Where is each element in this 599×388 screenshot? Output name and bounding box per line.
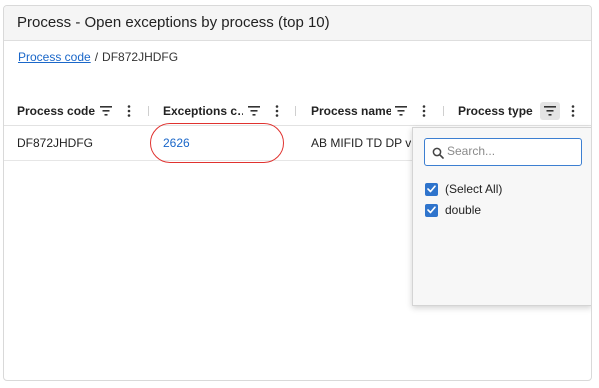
breadcrumb-process-code-link[interactable]: Process code	[18, 50, 91, 64]
kebab-menu-icon[interactable]	[269, 103, 285, 119]
column-label: Process type	[458, 104, 533, 118]
filter-icon-active[interactable]	[540, 102, 560, 120]
kebab-menu-icon[interactable]	[565, 103, 581, 119]
column-header-exceptions-count[interactable]: Exceptions c…	[163, 97, 243, 125]
exceptions-panel: Process - Open exceptions by process (to…	[3, 5, 592, 381]
column-label: Process code	[17, 104, 96, 118]
check-icon	[427, 206, 436, 214]
kebab-menu-icon[interactable]	[121, 103, 137, 119]
breadcrumb-current: DF872JHDFG	[102, 50, 179, 64]
panel-header: Process - Open exceptions by process (to…	[4, 6, 591, 41]
cell-process-code: DF872JHDFG	[17, 136, 94, 150]
filter-icon[interactable]	[393, 103, 409, 119]
filter-option-label: (Select All)	[445, 182, 503, 196]
filter-search-box[interactable]	[424, 138, 582, 166]
kebab-menu-icon[interactable]	[416, 103, 432, 119]
column-label: Process name	[311, 104, 391, 118]
column-separator[interactable]	[443, 106, 444, 116]
filter-icon[interactable]	[98, 103, 114, 119]
filter-search-input[interactable]	[447, 142, 575, 160]
filter-popup: (Select All) double	[412, 127, 591, 306]
cell-exceptions-count-link[interactable]: 2626	[163, 126, 283, 160]
grid-header: Process code Exceptions c… Process name	[4, 97, 591, 126]
column-separator[interactable]	[148, 106, 149, 116]
filter-option-label: double	[445, 203, 482, 217]
check-icon	[427, 185, 436, 193]
cell-process-name: AB MIFID TD DP ver	[311, 136, 411, 150]
breadcrumb-separator: /	[94, 50, 99, 64]
filter-icon[interactable]	[246, 103, 262, 119]
filter-option-select-all[interactable]: (Select All)	[425, 181, 502, 197]
column-separator[interactable]	[295, 106, 296, 116]
column-label: Exceptions c…	[163, 104, 243, 118]
column-header-process-type[interactable]: Process type	[458, 97, 538, 125]
search-icon	[432, 146, 444, 159]
column-header-process-name[interactable]: Process name	[311, 97, 391, 125]
breadcrumb: Process code / DF872JHDFG	[18, 50, 178, 64]
column-header-process-code[interactable]: Process code	[17, 97, 97, 125]
panel-title: Process - Open exceptions by process (to…	[17, 14, 330, 31]
filter-option-double[interactable]: double	[425, 202, 481, 218]
checkbox-checked[interactable]	[425, 182, 438, 196]
checkbox-checked[interactable]	[425, 203, 438, 217]
